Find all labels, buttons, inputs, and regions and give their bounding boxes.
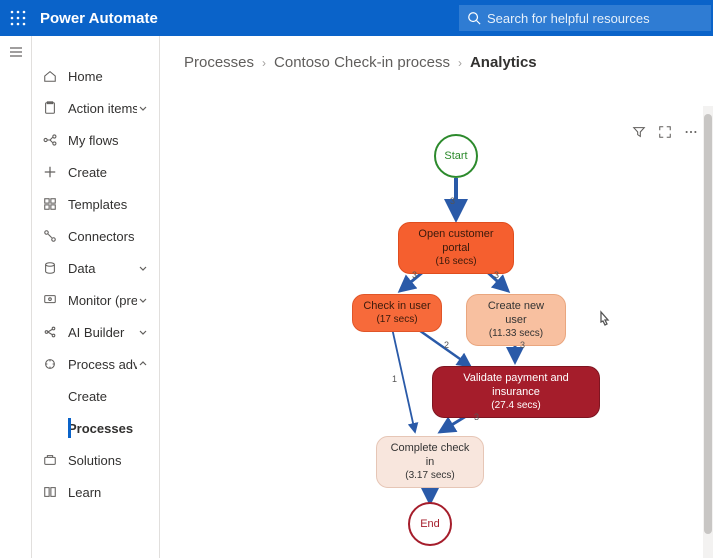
node-duration: (17 secs) — [363, 314, 431, 327]
search-box[interactable] — [459, 5, 711, 31]
node-title: Check in user — [363, 300, 431, 314]
edge-count: 3 — [494, 270, 499, 280]
sidebar-item-label: My flows — [68, 133, 149, 148]
sidebar-item-label: Solutions — [68, 453, 149, 468]
node-title: Create new user — [477, 300, 555, 328]
chevron-up-icon — [137, 358, 149, 370]
sidebar-item-label: Create — [68, 165, 149, 180]
node-duration: (16 secs) — [409, 256, 503, 269]
node-label: End — [420, 518, 440, 530]
sidebar-item-my-flows[interactable]: My flows — [32, 124, 159, 156]
monitor-icon — [42, 292, 58, 308]
diagram-end-node[interactable]: End — [408, 502, 452, 546]
sidebar-item-home[interactable]: Home — [32, 60, 159, 92]
app-launcher-icon[interactable] — [0, 0, 36, 36]
chevron-down-icon — [137, 294, 149, 306]
breadcrumb-current: Analytics — [470, 54, 537, 71]
left-rail — [0, 36, 32, 558]
solutions-icon — [42, 452, 58, 468]
breadcrumb-process-name[interactable]: Contoso Check-in process — [274, 54, 450, 71]
chevron-down-icon — [137, 326, 149, 338]
home-icon — [42, 68, 58, 84]
edge-count: 2 — [444, 340, 449, 350]
diagram-node-create-user[interactable]: Create new user (11.33 secs) — [466, 294, 566, 346]
sidebar-item-label: Home — [68, 69, 149, 84]
edge-count: 3 — [412, 270, 417, 280]
scrollbar-thumb[interactable] — [704, 114, 712, 534]
sidebar-sub-processes[interactable]: Processes — [68, 412, 159, 444]
sidebar-item-monitor[interactable]: Monitor (preview) — [32, 284, 159, 316]
diagram-node-checkin-user[interactable]: Check in user (17 secs) — [352, 294, 442, 332]
sidebar-item-label: Process advisor (preview) — [68, 357, 137, 372]
sidebar-item-action-items[interactable]: Action items — [32, 92, 159, 124]
main-content: Processes › Contoso Check-in process › A… — [160, 36, 713, 558]
process-map-canvas[interactable]: Start Open customer portal (16 secs) Che… — [160, 106, 703, 558]
diagram-node-complete-checkin[interactable]: Complete check in (3.17 secs) — [376, 436, 484, 488]
chevron-down-icon — [137, 102, 149, 114]
data-icon — [42, 260, 58, 276]
chevron-down-icon — [137, 262, 149, 274]
sidebar-nav: Home Action items My flows Create Templa… — [32, 36, 160, 558]
node-title: Open customer portal — [409, 228, 503, 256]
sidebar-item-label: Action items — [68, 101, 137, 116]
node-duration: (27.4 secs) — [443, 400, 589, 413]
hamburger-icon[interactable] — [8, 44, 24, 63]
edge-count: 3 — [474, 412, 479, 422]
vertical-scrollbar[interactable] — [703, 106, 713, 558]
learn-icon — [42, 484, 58, 500]
search-icon — [467, 11, 481, 25]
node-duration: (11.33 secs) — [477, 328, 555, 341]
flow-icon — [42, 132, 58, 148]
sidebar-item-label: Data — [68, 261, 137, 276]
sidebar-item-label: AI Builder — [68, 325, 137, 340]
breadcrumb-processes[interactable]: Processes — [184, 54, 254, 71]
sidebar-item-connectors[interactable]: Connectors — [32, 220, 159, 252]
sidebar-item-label: Templates — [68, 197, 149, 212]
node-duration: (3.17 secs) — [387, 470, 473, 483]
sidebar-item-learn[interactable]: Learn — [32, 476, 159, 508]
sidebar-item-templates[interactable]: Templates — [32, 188, 159, 220]
edge-count: 3 — [450, 196, 455, 206]
plus-icon — [42, 164, 58, 180]
search-input[interactable] — [487, 11, 703, 26]
sidebar-item-label: Connectors — [68, 229, 149, 244]
sidebar-item-label: Processes — [68, 421, 149, 436]
sidebar-item-label: Create — [68, 389, 149, 404]
node-label: Start — [444, 150, 467, 162]
clipboard-icon — [42, 100, 58, 116]
sidebar-sub-create[interactable]: Create — [68, 380, 159, 412]
sidebar-item-data[interactable]: Data — [32, 252, 159, 284]
sidebar-item-label: Monitor (preview) — [68, 293, 137, 308]
template-icon — [42, 196, 58, 212]
sidebar-item-create[interactable]: Create — [32, 156, 159, 188]
diagram-node-open-portal[interactable]: Open customer portal (16 secs) — [398, 222, 514, 274]
node-title: Complete check in — [387, 442, 473, 470]
diagram-node-validate-payment[interactable]: Validate payment and insurance (27.4 sec… — [432, 366, 600, 418]
sidebar-item-solutions[interactable]: Solutions — [32, 444, 159, 476]
chevron-right-icon: › — [458, 56, 462, 70]
cursor-icon — [596, 310, 612, 328]
app-header: Power Automate — [0, 0, 713, 36]
connector-icon — [42, 228, 58, 244]
sidebar-item-label: Learn — [68, 485, 149, 500]
app-brand: Power Automate — [40, 10, 158, 27]
edges-layer — [160, 106, 703, 558]
sidebar-item-process-advisor[interactable]: Process advisor (preview) — [32, 348, 159, 380]
edge-count: 3 — [520, 340, 525, 350]
chevron-right-icon: › — [262, 56, 266, 70]
edge-count: 1 — [392, 374, 397, 384]
process-icon — [42, 356, 58, 372]
breadcrumb: Processes › Contoso Check-in process › A… — [160, 36, 713, 71]
diagram-start-node[interactable]: Start — [434, 134, 478, 178]
sidebar-item-ai-builder[interactable]: AI Builder — [32, 316, 159, 348]
ai-icon — [42, 324, 58, 340]
node-title: Validate payment and insurance — [443, 372, 589, 400]
